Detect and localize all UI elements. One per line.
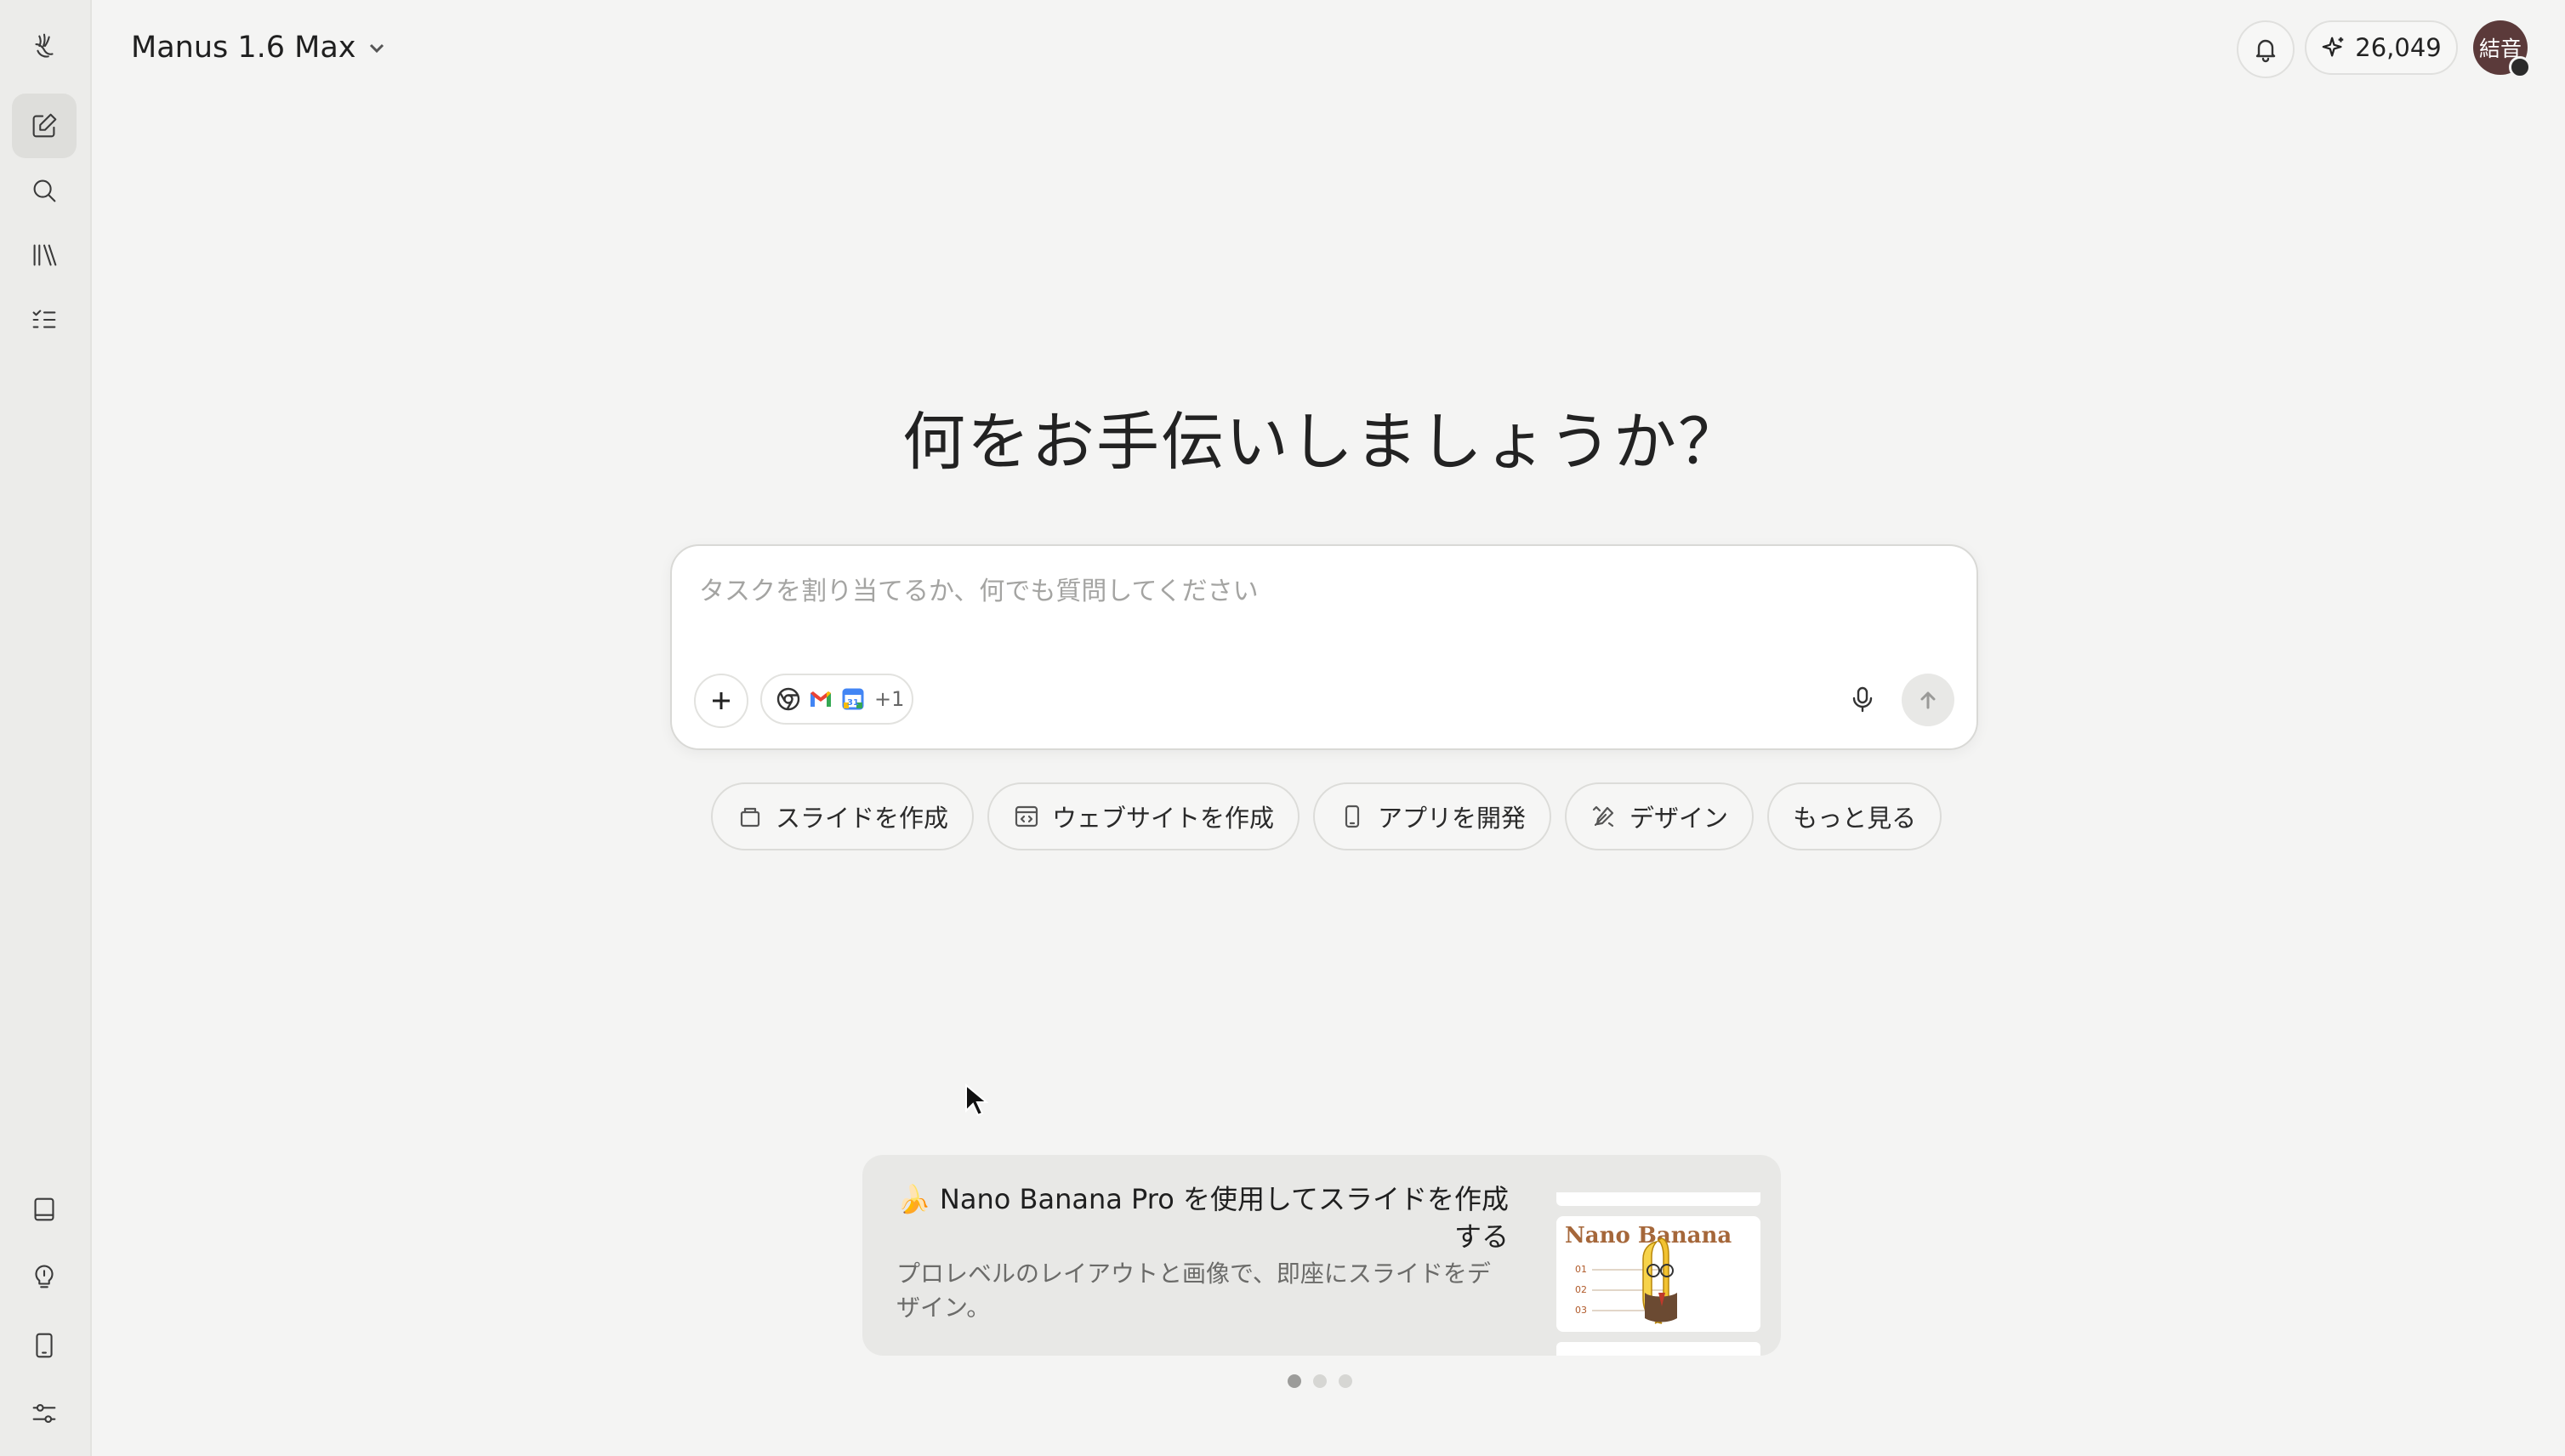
website-icon — [1015, 805, 1038, 828]
promo-description: プロレベルのレイアウトと画像で、即座にスライドをデザイン。 — [896, 1260, 1491, 1322]
connectors-button[interactable]: 31 +1 — [760, 674, 913, 725]
quick-action-design[interactable]: デザイン — [1565, 782, 1755, 850]
avatar[interactable]: 結音 — [2473, 20, 2531, 78]
quick-action-website[interactable]: ウェブサイトを作成 — [987, 782, 1300, 850]
sparkle-icon — [2322, 37, 2344, 57]
task-list-icon[interactable] — [12, 287, 77, 352]
promo-card[interactable]: 🍌 Nano Banana Pro を使用してスライドを作成する プロレベルのレ… — [862, 1155, 1781, 1356]
search-icon[interactable] — [12, 158, 77, 223]
manus-logo-icon[interactable] — [12, 14, 77, 78]
browser-icon — [776, 686, 801, 712]
book-icon[interactable] — [12, 1177, 77, 1242]
promo-pagination — [1288, 1374, 1352, 1388]
pagination-dot-2[interactable] — [1313, 1374, 1327, 1388]
microphone-icon — [1852, 686, 1873, 713]
plus-icon — [713, 692, 730, 709]
quick-action-label: アプリを開発 — [1378, 804, 1527, 833]
promo-thumbnail-prev — [1556, 1192, 1760, 1206]
model-name: Manus 1.6 Max — [131, 31, 356, 65]
quick-action-label: デザイン — [1629, 804, 1729, 833]
quick-action-slides[interactable]: スライドを作成 — [711, 782, 975, 850]
promo-thumbnail: Nano Banana 01 02 03 — [1556, 1216, 1760, 1332]
model-selector[interactable]: Manus 1.6 Max — [131, 26, 387, 70]
sidebar — [0, 0, 92, 1456]
notifications-button[interactable] — [2237, 20, 2295, 78]
phone-icon — [1345, 805, 1360, 828]
quick-action-label: ウェブサイトを作成 — [1052, 804, 1275, 833]
composer[interactable]: タスクを割り当てるか、何でも質問してください 31 +1 — [670, 544, 1978, 750]
slides-icon — [740, 807, 760, 828]
pagination-dot-3[interactable] — [1339, 1374, 1352, 1388]
more-connectors-count: +1 — [874, 687, 905, 711]
arrow-up-icon — [1920, 691, 1936, 709]
banana-character-icon — [1642, 1237, 1677, 1324]
pagination-dot-1[interactable] — [1288, 1374, 1301, 1388]
mouse-cursor-icon — [965, 1083, 988, 1117]
app-window: Manus 1.6 Max 26,049 結音 何をお手伝いしましょうか？ タス… — [0, 0, 2565, 1456]
task-input[interactable]: タスクを割り当てるか、何でも質問してください — [699, 570, 1259, 607]
credits-count: 26,049 — [2355, 33, 2442, 62]
design-icon — [1592, 805, 1614, 828]
voice-input-button[interactable] — [1837, 674, 1888, 725]
quick-action-app[interactable]: アプリを開発 — [1313, 782, 1552, 850]
library-icon[interactable] — [12, 223, 77, 287]
sliders-icon[interactable] — [12, 1381, 77, 1446]
new-task-edit-icon[interactable] — [12, 94, 77, 158]
page-title: 何をお手伝いしましょうか？ — [902, 406, 1743, 479]
gmail-icon — [808, 686, 833, 712]
chevron-down-icon — [369, 43, 384, 54]
promo-title: 🍌 Nano Banana Pro を使用してスライドを作成する — [896, 1183, 1509, 1253]
credits-button[interactable]: 26,049 — [2305, 20, 2458, 75]
quick-action-label: スライドを作成 — [776, 804, 949, 833]
thumb-number: 02 — [1575, 1284, 1587, 1295]
thumb-number: 01 — [1575, 1264, 1587, 1275]
lightbulb-icon[interactable] — [12, 1243, 77, 1308]
send-button[interactable] — [1902, 674, 1954, 726]
bell-icon — [2255, 39, 2276, 63]
phone-icon[interactable] — [12, 1313, 77, 1378]
quick-actions: スライドを作成 ウェブサイトを作成 アプリを開発 デザイン もっと見る — [711, 782, 1942, 850]
calendar-icon: 31 — [840, 686, 866, 712]
quick-action-more[interactable]: もっと見る — [1767, 782, 1942, 850]
thumb-number: 03 — [1575, 1305, 1587, 1316]
svg-text:31: 31 — [847, 698, 859, 708]
promo-thumbnail-next — [1556, 1342, 1760, 1356]
avatar-status-badge — [2509, 56, 2531, 78]
add-attachment-button[interactable] — [694, 674, 748, 728]
quick-action-label: もっと見る — [1793, 804, 1917, 833]
